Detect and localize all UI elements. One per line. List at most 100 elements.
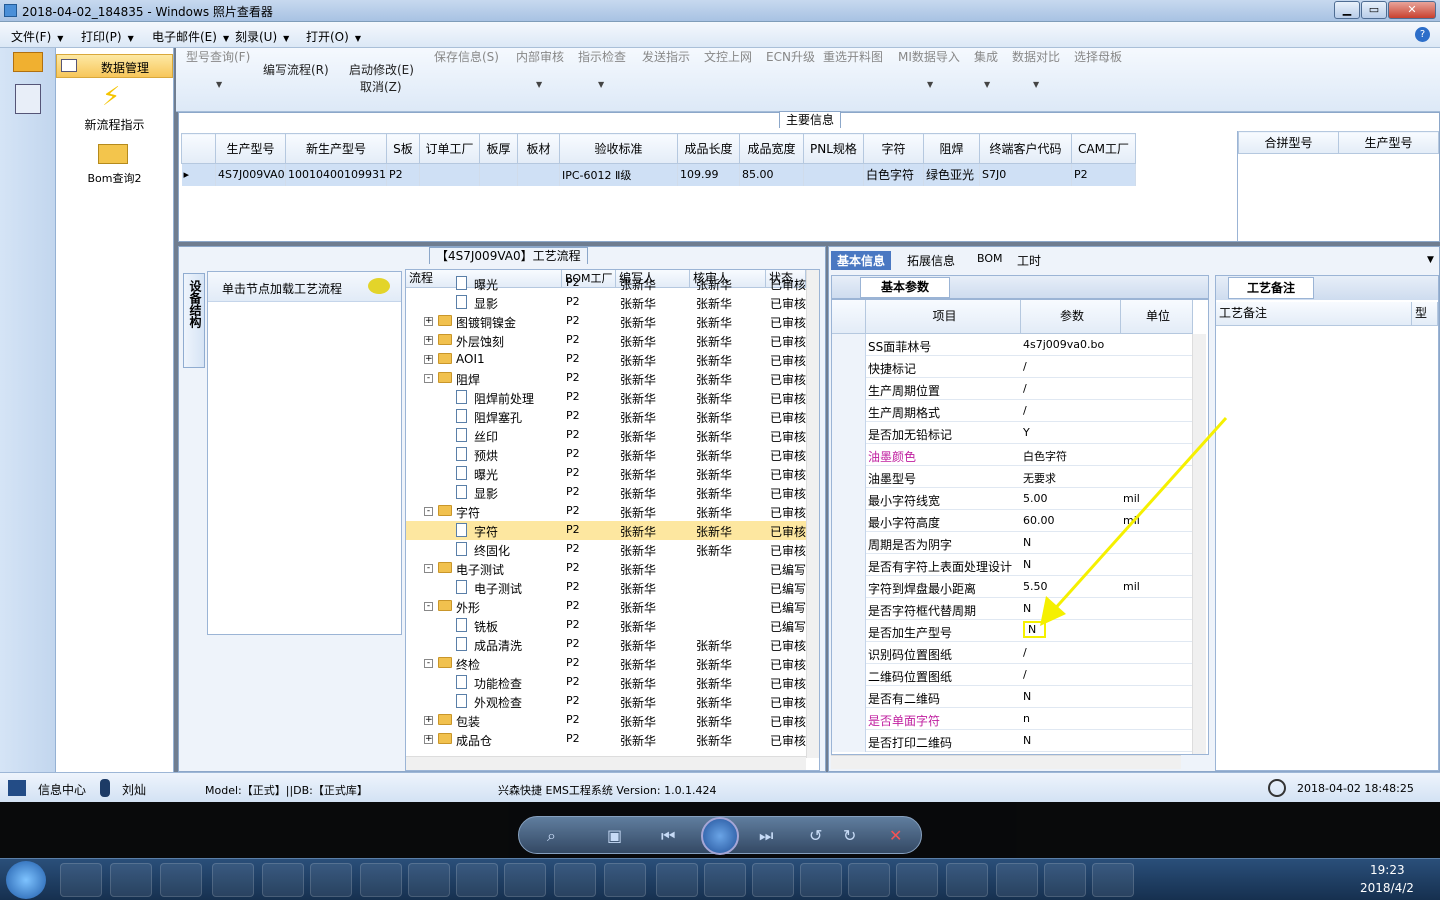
tree-row[interactable]: 字符 P2 张新华 张新华 已审核 [406,521,806,540]
cell[interactable] [803,163,864,186]
delete-icon[interactable]: ✕ [889,826,902,845]
nav-header-data-management[interactable]: 数据管理 [56,54,173,78]
collapse-icon[interactable]: - [424,602,433,611]
row-selector[interactable] [832,422,866,444]
row-selector[interactable] [832,642,866,664]
collapse-icon[interactable]: - [424,659,433,668]
cell[interactable]: S7J0 [979,163,1072,186]
col-header[interactable]: 合拼型号 [1238,131,1339,154]
param-value[interactable]: / [1023,360,1027,373]
col-header[interactable]: 阻焊 [922,133,980,164]
start-button-icon[interactable] [6,861,46,899]
row-selector[interactable] [832,400,866,422]
col-header[interactable]: CAM工厂 [1070,133,1136,164]
tree-row[interactable]: 铣板 P2 张新华 已编写 [406,616,806,635]
row-selector[interactable] [832,554,866,576]
toolbar-cancel[interactable]: 取消(Z) [360,78,402,95]
menu-email[interactable]: 电子邮件(E) ▼ [152,28,229,45]
taskbar-photo-icon[interactable] [1092,863,1134,897]
tree-row[interactable]: - 外形 P2 张新华 已编写 [406,597,806,616]
menu-print[interactable]: 打印(P) ▼ [81,28,134,45]
help-icon[interactable]: ? [1415,27,1430,42]
toolbar-check-instruction[interactable]: 指示检查 [578,48,626,65]
toolbar-send-instruction[interactable]: 发送指示 [642,48,690,65]
toolbar-mi-import[interactable]: MI数据导入 [898,48,960,65]
row-selector[interactable] [832,334,866,356]
tree-row[interactable]: + 外层蚀刻 P2 张新华 张新华 已审核 [406,331,806,350]
tree-row[interactable]: + 图镀铜镍金 P2 张新华 张新华 已审核 [406,312,806,331]
col-header[interactable]: 验收标准 [558,133,678,164]
param-row[interactable]: 是否有二维码 N [832,686,1192,708]
col-header[interactable]: PNL规格 [802,133,864,164]
tree-row[interactable]: 预烘 P2 张新华 张新华 已审核 [406,445,806,464]
taskbar-excel-icon[interactable] [456,863,498,897]
tab-process-remark[interactable]: 工艺备注 [1228,277,1314,299]
nav-new-flow-instruction[interactable]: 新流程指示 [56,116,173,133]
cell[interactable] [517,163,560,186]
col-header[interactable]: 终端客户代码 [978,133,1072,164]
toolbar-start-modify[interactable]: 启动修改(E) [349,61,414,78]
tab-bom[interactable]: BOM [971,251,1009,266]
taskbar-word-icon[interactable] [310,863,352,897]
collapse-icon[interactable]: - [424,507,433,516]
tree-row[interactable]: 曝光 P2 张新华 张新华 已审核 [406,274,806,293]
cell[interactable]: 绿色亚光 [923,163,980,186]
tree-row[interactable]: 曝光 P2 张新华 张新华 已审核 [406,464,806,483]
param-value[interactable]: 4s7j009va0.bo [1023,338,1104,351]
cell[interactable]: 109.99 [677,163,740,186]
row-selector[interactable] [832,356,866,378]
zoom-icon[interactable]: ⌕ [547,826,556,846]
status-info-center[interactable]: 信息中心 [38,781,86,798]
row-selector[interactable] [832,620,866,642]
menu-open[interactable]: 打开(O) ▼ [306,28,361,45]
tree-row[interactable]: 显影 P2 张新华 张新华 已审核 [406,293,806,312]
tree-row[interactable]: 丝印 P2 张新华 张新华 已审核 [406,426,806,445]
calculator-icon[interactable] [15,84,41,114]
cell[interactable]: 4S7J009VA0 [215,163,286,186]
expand-icon[interactable]: + [424,735,433,744]
param-row[interactable]: 是否打印二维码 N [832,730,1192,752]
tree-row[interactable]: - 阻焊 P2 张新华 张新华 已审核 [406,369,806,388]
taskbar-date[interactable]: 2018/4/2 [1360,881,1414,895]
taskbar-window-icon[interactable] [752,863,794,897]
row-selector[interactable] [832,664,866,686]
col-header[interactable]: 工艺备注 [1216,302,1412,326]
taskbar-ie-icon[interactable] [212,863,254,897]
tree-row[interactable]: 终固化 P2 张新华 张新华 已审核 [406,540,806,559]
taskbar-app-icon[interactable] [554,863,596,897]
col-header[interactable]: 型 [1412,302,1438,326]
taskbar-app-icon[interactable] [110,863,152,897]
lightning-icon[interactable]: ⚡ [102,82,120,112]
col-header[interactable]: 单位 [1121,300,1193,334]
taskbar-window-icon[interactable] [848,863,890,897]
dropdown-arrow-icon[interactable]: ▼ [536,80,542,89]
param-value[interactable]: n [1023,712,1030,725]
taskbar-window-icon[interactable] [656,863,698,897]
tab-dropdown-icon[interactable]: ▼ [1427,255,1434,265]
table-row[interactable]: ▸ 4S7J009VA0 10010400109931 P2 IPC-6012 … [181,163,1136,186]
maximize-button[interactable]: ▭ [1361,1,1387,19]
row-selector[interactable] [832,576,866,598]
rotate-right-icon[interactable]: ↻ [843,826,856,845]
minimize-button[interactable]: ▁ [1334,1,1360,19]
col-header[interactable]: 字符 [862,133,924,164]
col-header[interactable]: 成品长度 [676,133,740,164]
subtab-basic-params[interactable]: 基本参数 [860,277,950,298]
toolbar-write-flow[interactable]: 编写流程(R) [263,61,329,78]
param-value[interactable]: N [1023,734,1031,747]
menu-file[interactable]: 文件(F) ▼ [11,28,63,45]
taskbar-app-icon[interactable] [604,863,646,897]
nav-bom-query2[interactable]: Bom查询2 [56,170,173,186]
param-value[interactable]: / [1023,668,1027,681]
dropdown-arrow-icon[interactable]: ▼ [1033,80,1039,89]
tree-row[interactable]: 功能检查 P2 张新华 张新华 已审核 [406,673,806,692]
tab-extended-info[interactable]: 拓展信息 [901,251,961,270]
taskbar-save-icon[interactable] [160,863,202,897]
taskbar-app-icon[interactable] [60,863,102,897]
row-selector[interactable] [832,378,866,400]
toolbar-save-info[interactable]: 保存信息(S) [434,48,499,65]
tree-row[interactable]: 阻焊前处理 P2 张新华 张新华 已审核 [406,388,806,407]
expand-icon[interactable]: + [424,317,433,326]
toolbar-integrate[interactable]: 集成 [974,48,998,65]
expand-icon[interactable]: + [424,716,433,725]
